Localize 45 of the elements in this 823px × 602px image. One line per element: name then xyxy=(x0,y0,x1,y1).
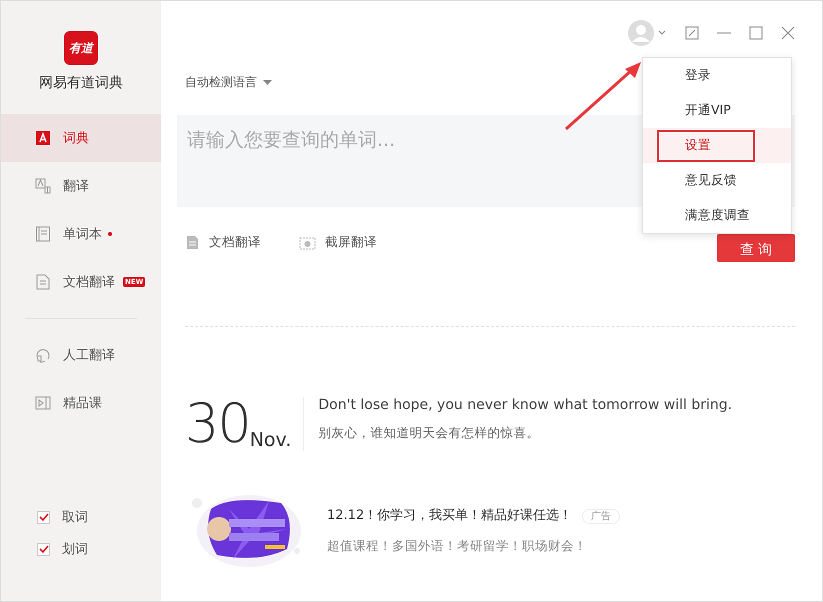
close-icon[interactable] xyxy=(781,26,795,40)
menu-item[interactable]: 设置 xyxy=(643,128,791,163)
maximize-icon[interactable] xyxy=(749,26,763,40)
sidebar-item-label: 精品课 xyxy=(63,395,102,412)
sidebar-item[interactable]: 单词本 xyxy=(1,210,161,258)
menu-item[interactable]: 意见反馈 xyxy=(643,163,791,198)
ad-tag: 广告 xyxy=(582,508,620,524)
menu-item[interactable]: 登录 xyxy=(643,58,791,93)
tool-link[interactable]: 文档翻译 xyxy=(185,234,261,250)
quote-english: Don't lose hope, you never know what tomorrow will bring. xyxy=(318,397,732,413)
dictionary-icon xyxy=(35,130,51,146)
sidebar-item[interactable]: 词典 xyxy=(1,114,161,162)
sidebar-item-label: 翻译 xyxy=(63,178,89,195)
sidebar-item[interactable]: 精品课 xyxy=(1,379,161,427)
ad-title[interactable]: 12.12！你学习，我买单！精品好课任选！ xyxy=(327,508,572,522)
sidebar-item-label: 文档翻译 xyxy=(63,274,115,291)
resize-icon[interactable] xyxy=(685,26,699,40)
checkbox-label: 划词 xyxy=(62,541,88,558)
notebook-icon xyxy=(35,226,51,242)
menu-item[interactable]: 满意度调查 xyxy=(643,198,791,233)
checkbox[interactable] xyxy=(37,510,50,524)
quote-chinese: 别灰心，谁知道明天会有怎样的惊喜。 xyxy=(318,425,540,442)
tool-link[interactable]: 截屏翻译 xyxy=(299,234,377,250)
app-name: 网易有道词典 xyxy=(38,74,124,92)
camera-icon xyxy=(299,234,316,250)
translate-icon xyxy=(35,178,51,194)
date-day: 30 xyxy=(185,397,250,451)
sidebar-item-label: 单词本 xyxy=(63,226,102,243)
language-select[interactable]: 自动检测语言 xyxy=(177,65,272,99)
headset-icon xyxy=(35,347,51,363)
sidebar-item-label: 人工翻译 xyxy=(63,347,115,364)
sidebar-item[interactable]: 翻译 xyxy=(1,162,161,210)
sidebar-item[interactable]: 人工翻译 xyxy=(1,331,161,379)
document-icon xyxy=(185,234,200,250)
menu-item[interactable]: 开通VIP xyxy=(643,93,791,128)
checkbox-label: 取词 xyxy=(62,509,88,526)
ad-subtitle: 超值课程！多国外语！考研留学！职场财会！ xyxy=(327,538,588,554)
sidebar-item-label: 词典 xyxy=(63,130,89,147)
document-icon xyxy=(35,274,51,290)
video-icon xyxy=(35,395,51,411)
app-logo: 有道 xyxy=(64,31,98,65)
checkbox[interactable] xyxy=(37,542,50,556)
search-button[interactable]: 查 询 xyxy=(717,234,795,262)
caret-icon xyxy=(263,80,272,84)
date-month: Nov. xyxy=(250,429,292,451)
